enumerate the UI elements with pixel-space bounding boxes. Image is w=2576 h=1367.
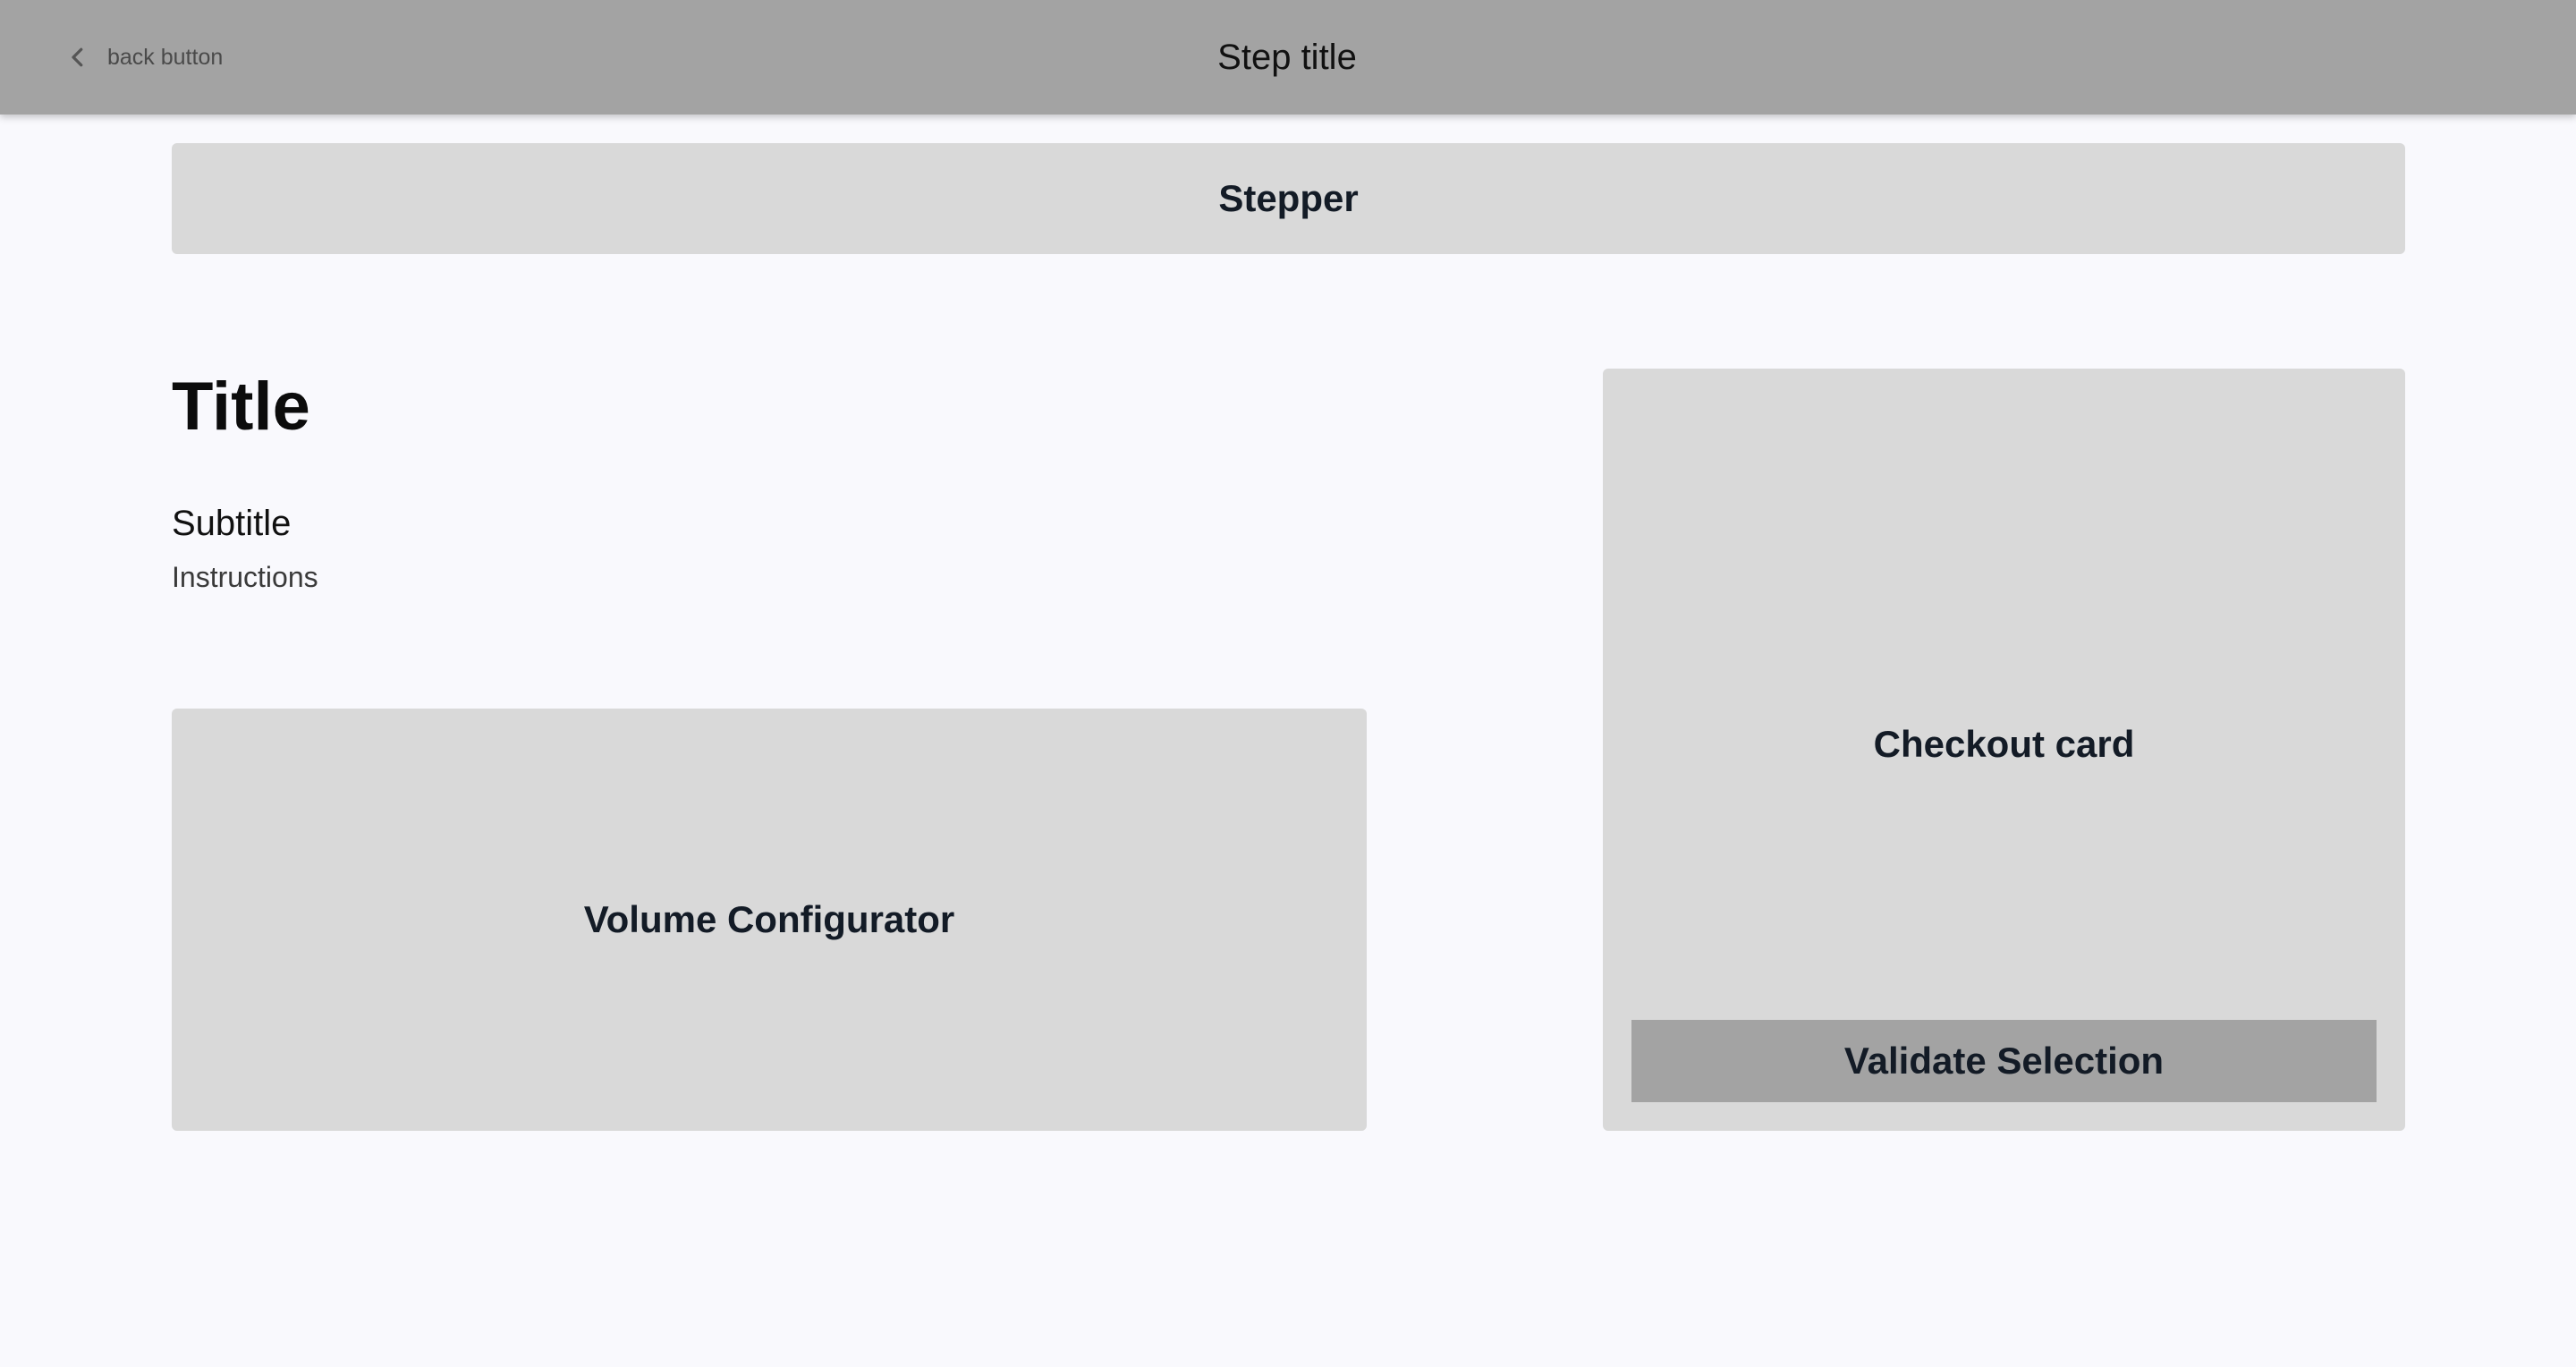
- checkout-card: Checkout card Validate Selection: [1603, 369, 2405, 1131]
- volume-configurator[interactable]: Volume Configurator: [172, 709, 1367, 1131]
- validate-selection-button[interactable]: Validate Selection: [1631, 1020, 2377, 1102]
- back-button[interactable]: back button: [64, 36, 223, 79]
- instructions-text: Instructions: [172, 561, 318, 593]
- stepper-label: Stepper: [1218, 177, 1359, 219]
- checkout-card-label: Checkout card: [1873, 723, 2135, 765]
- step-title: Step title: [1217, 38, 1357, 77]
- page-title: Title: [172, 369, 310, 445]
- volume-configurator-label: Volume Configurator: [583, 898, 955, 940]
- page-subtitle: Subtitle: [172, 504, 292, 543]
- top-bar: Step title back button: [0, 0, 2576, 115]
- back-button-label: back button: [107, 44, 224, 70]
- chevron-left-icon: [64, 44, 91, 71]
- stepper[interactable]: Stepper: [172, 143, 2405, 254]
